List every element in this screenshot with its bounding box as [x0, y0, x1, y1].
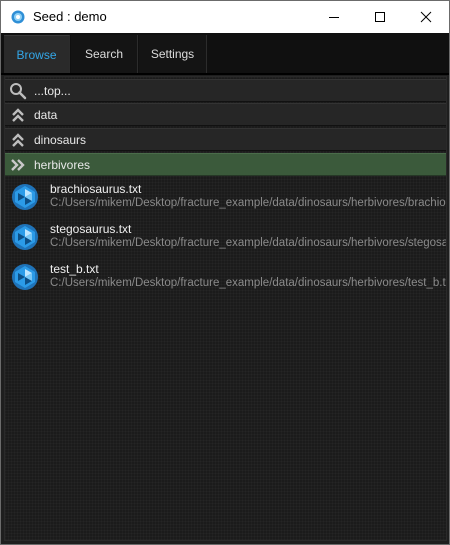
minimize-icon: [329, 17, 339, 18]
tab-settings[interactable]: Settings: [139, 35, 207, 73]
search-icon: [10, 83, 27, 100]
chevron-up-double-icon: [12, 133, 24, 147]
file-icon: [12, 224, 38, 250]
app-window: Seed : demo Browse Search Settings ...to…: [0, 0, 450, 545]
title-bar[interactable]: Seed : demo: [1, 1, 449, 33]
file-icon: [12, 184, 38, 210]
nav-row-dinosaurs[interactable]: dinosaurs: [5, 128, 446, 151]
file-path: C:/Users/mikem/Desktop/fracture_example/…: [50, 237, 446, 249]
file-icon: [12, 264, 38, 290]
browse-panel: ...top... data dinosaurs herbivores brac…: [4, 76, 447, 541]
file-name: brachiosaurus.txt: [50, 182, 142, 196]
maximize-icon: [375, 12, 385, 22]
nav-row-data[interactable]: data: [5, 103, 446, 126]
tab-browse[interactable]: Browse: [4, 35, 70, 73]
minimize-button[interactable]: [311, 1, 357, 33]
file-path: C:/Users/mikem/Desktop/fracture_example/…: [50, 197, 446, 209]
file-path: C:/Users/mikem/Desktop/fracture_example/…: [50, 277, 446, 289]
window-title: Seed : demo: [33, 9, 107, 24]
nav-row-top[interactable]: ...top...: [5, 79, 446, 102]
file-item[interactable]: brachiosaurus.txt C:/Users/mikem/Desktop…: [5, 178, 446, 218]
chevron-up-double-icon: [12, 108, 24, 122]
file-name: stegosaurus.txt: [50, 222, 132, 236]
nav-row-label: ...top...: [34, 84, 71, 98]
nav-row-label: dinosaurs: [34, 133, 87, 147]
tab-search[interactable]: Search: [71, 35, 138, 73]
maximize-button[interactable]: [357, 1, 403, 33]
tab-bar: Browse Search Settings: [1, 33, 449, 75]
seed-app-icon: [11, 10, 25, 24]
file-item[interactable]: test_b.txt C:/Users/mikem/Desktop/fractu…: [5, 258, 446, 298]
nav-row-label: data: [34, 108, 58, 122]
nav-row-herbivores[interactable]: herbivores: [5, 153, 446, 176]
close-button[interactable]: [403, 1, 449, 33]
nav-row-label: herbivores: [34, 158, 91, 172]
file-item[interactable]: stegosaurus.txt C:/Users/mikem/Desktop/f…: [5, 218, 446, 258]
chevron-right-double-icon: [11, 159, 25, 171]
close-icon: [420, 11, 432, 23]
file-name: test_b.txt: [50, 262, 99, 276]
